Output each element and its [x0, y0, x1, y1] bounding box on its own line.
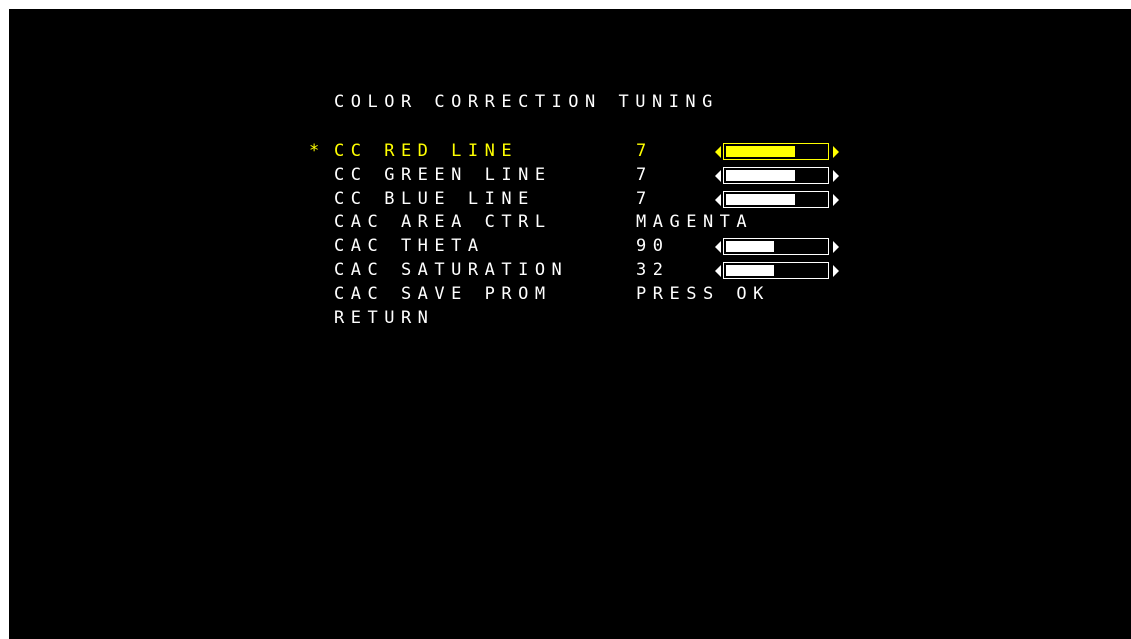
- decrease-arrow-icon[interactable]: [715, 241, 721, 254]
- menu-item-label: CAC THETA: [334, 236, 485, 257]
- slider-track: [723, 143, 829, 160]
- slider-track: [723, 261, 829, 279]
- level-slider[interactable]: [715, 166, 839, 184]
- menu-item-label: CAC AREA CTRL: [334, 212, 552, 233]
- menu-item-value: PRESS OK: [636, 283, 770, 304]
- slider-track: [723, 166, 829, 184]
- slider-fill: [728, 264, 775, 276]
- slider-fill: [728, 193, 795, 205]
- menu-item-cc-green-line[interactable]: CC GREEN LINE 7: [309, 164, 929, 188]
- decrease-arrow-icon[interactable]: [715, 146, 721, 158]
- level-slider[interactable]: [715, 143, 839, 160]
- selection-cursor: *: [309, 141, 320, 161]
- menu-item-cac-saturation[interactable]: CAC SATURATION 32: [309, 259, 929, 283]
- increase-arrow-icon[interactable]: [833, 169, 839, 182]
- slider-track: [723, 238, 829, 256]
- menu-item-value: 32: [636, 259, 670, 280]
- slider-track: [723, 190, 829, 208]
- increase-arrow-icon[interactable]: [833, 241, 839, 254]
- menu-item-label: CC RED LINE: [334, 141, 519, 161]
- increase-arrow-icon[interactable]: [833, 146, 839, 158]
- menu-item-cac-theta[interactable]: CAC THETA 90: [309, 235, 929, 259]
- slider-fill: [728, 169, 795, 181]
- menu-title: COLOR CORRECTION TUNING: [334, 92, 719, 112]
- menu-item-label: CC BLUE LINE: [334, 188, 535, 209]
- menu-item-cc-red-line[interactable]: * CC RED LINE 7: [309, 140, 929, 164]
- menu-item-return[interactable]: RETURN: [309, 307, 929, 331]
- menu-item-cac-area-ctrl[interactable]: CAC AREA CTRL MAGENTA: [309, 211, 929, 235]
- menu-item-label: CAC SATURATION: [334, 259, 569, 280]
- osd-menu: * CC RED LINE 7 CC GREEN LINE 7 CC BLUE …: [309, 140, 929, 330]
- slider-fill: [728, 146, 795, 157]
- decrease-arrow-icon[interactable]: [715, 264, 721, 277]
- increase-arrow-icon[interactable]: [833, 193, 839, 206]
- decrease-arrow-icon[interactable]: [715, 169, 721, 182]
- increase-arrow-icon[interactable]: [833, 264, 839, 277]
- level-slider[interactable]: [715, 238, 839, 256]
- menu-item-value: 7: [636, 164, 653, 185]
- menu-item-value: 7: [636, 141, 653, 161]
- menu-item-value: 7: [636, 188, 653, 209]
- slider-fill: [728, 241, 775, 253]
- decrease-arrow-icon[interactable]: [715, 193, 721, 206]
- menu-item-cc-blue-line[interactable]: CC BLUE LINE 7: [309, 188, 929, 212]
- menu-item-value: 90: [636, 236, 670, 257]
- level-slider[interactable]: [715, 261, 839, 279]
- menu-item-label: CC GREEN LINE: [334, 164, 552, 185]
- osd-screen: COLOR CORRECTION TUNING * CC RED LINE 7 …: [9, 9, 1131, 639]
- menu-item-cac-save-prom[interactable]: CAC SAVE PROM PRESS OK: [309, 283, 929, 307]
- menu-item-label: CAC SAVE PROM: [334, 283, 552, 304]
- menu-item-value: MAGENTA: [636, 212, 754, 233]
- level-slider[interactable]: [715, 190, 839, 208]
- menu-item-label: RETURN: [334, 307, 435, 328]
